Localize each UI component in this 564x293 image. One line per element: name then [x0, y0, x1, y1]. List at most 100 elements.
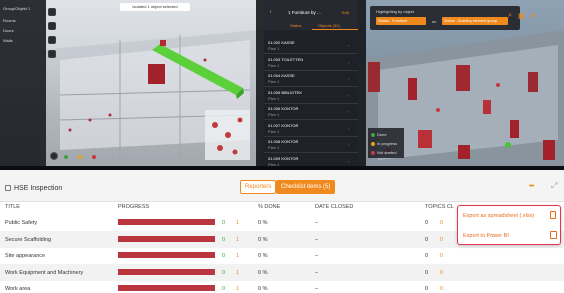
checklist-title: HSE Inspection: [14, 185, 63, 192]
object-code: 01.002 KASSE: [268, 40, 295, 45]
row-title: Work area: [5, 286, 31, 292]
viewer-3d-right[interactable]: Highlighting by object Status - Furnitur…: [358, 0, 564, 166]
home-icon[interactable]: [50, 152, 58, 160]
object-sub: Plan 1: [268, 46, 280, 51]
topics-open: 0: [440, 236, 444, 243]
filter-select-2[interactable]: Status - Building element group: [442, 17, 508, 25]
done-count: 0: [222, 236, 226, 243]
legend: Done In progress Not started: [368, 128, 404, 158]
topics-open: 0: [440, 286, 444, 292]
column-header-title: TITLE: [5, 204, 20, 210]
tool-icon[interactable]: [48, 22, 56, 30]
legend-dot-progress: [78, 155, 82, 159]
chevron-right-icon: ›: [348, 76, 350, 81]
object-code: 01.008 KONTOR: [268, 139, 299, 144]
column-header-topics: TOPICS CL: [425, 204, 454, 210]
edit-link[interactable]: Edit: [342, 10, 349, 15]
object-code: 01.005 BIBLIOTEK: [268, 89, 303, 95]
object-sub: Plan 1: [268, 62, 280, 68]
object-code: 01.007 KONTOR: [268, 122, 299, 128]
legend-label: In progress: [377, 141, 398, 146]
close-icon[interactable]: ‹: [270, 9, 272, 14]
panel-header: ‹ 1 Furniture by ... Edit Status Objects…: [264, 0, 358, 30]
object-sub: Plan 1: [268, 112, 280, 117]
powerbi-icon: [550, 231, 557, 239]
object-code: 01.003 TOILETTEN: [268, 56, 304, 62]
object-list-item[interactable]: 01.006 KONTOR Plan 1 ›: [264, 104, 358, 120]
object-sub: Plan 1: [268, 161, 280, 167]
done-count: 0: [222, 269, 226, 276]
sidebar-item[interactable]: Doors: [3, 28, 14, 33]
grid-icon[interactable]: ▦: [518, 12, 525, 20]
tool-icon[interactable]: [48, 50, 56, 58]
table-row[interactable]: Site appearance 0 1 0 % – 0 0: [0, 247, 564, 264]
row-title: Work Equipment and Machinery: [5, 269, 84, 276]
sidebar-item[interactable]: Rooms: [3, 18, 16, 23]
column-header-progress: PROGRESS: [118, 204, 150, 210]
open-count: 1: [236, 286, 240, 292]
percent-done: 0 %: [258, 236, 268, 243]
percent-done: 0 %: [258, 269, 268, 276]
open-count: 1: [236, 269, 240, 276]
tool-icon[interactable]: [48, 36, 56, 44]
checklist-header: HSE Inspection Reporters Checklist items…: [0, 170, 564, 202]
viewer-3d-left[interactable]: Group/Objekt 1 Rooms Doors Walls Isolate…: [0, 0, 264, 166]
topics-open: 0: [440, 269, 444, 276]
selection-banner: Isolated 1 object selected: [120, 3, 190, 11]
chevron-right-icon: ›: [348, 125, 350, 131]
object-sub: Plan 1: [268, 95, 280, 101]
progress-bar: [118, 268, 215, 275]
chevron-right-icon: ›: [348, 92, 350, 98]
topics-count: 0: [425, 220, 429, 226]
percent-done: 0 %: [258, 253, 268, 259]
date-closed: –: [315, 253, 319, 259]
right-rail: [256, 0, 264, 166]
table-row[interactable]: Work Equipment and Machinery 0 1 0 % – 0…: [0, 263, 564, 281]
progress-bar: [118, 219, 215, 225]
date-closed: –: [315, 286, 319, 292]
object-list-item[interactable]: 01.003 TOILETTEN Plan 1 ›: [264, 55, 358, 71]
table-row[interactable]: Work area 0 1 0 % – 0 0: [0, 280, 564, 293]
tab-status[interactable]: Status: [290, 23, 301, 28]
on-label: on: [432, 19, 437, 24]
export-powerbi-item[interactable]: Export to Power BI: [463, 233, 509, 239]
progress-bar: [118, 252, 215, 258]
object-list-item[interactable]: 01.007 KONTOR Plan 1 ›: [264, 121, 358, 137]
topics-open: 0: [440, 253, 444, 259]
object-code: 01.006 KONTOR: [268, 106, 299, 111]
filter-select-1[interactable]: Status - Furniture: [376, 17, 426, 25]
chevron-right-icon: ›: [348, 43, 350, 48]
done-count: 0: [222, 253, 226, 259]
topics-count: 0: [425, 269, 429, 276]
app-root: Group/Objekt 1 Rooms Doors Walls Isolate…: [0, 0, 564, 293]
legend-dot-done: [64, 155, 68, 159]
close-icon[interactable]: ✕: [530, 12, 536, 20]
tab-checklist-items[interactable]: Checklist items (5): [276, 180, 336, 194]
topics-count: 0: [425, 236, 429, 243]
sidebar-item[interactable]: Group/Objekt 1: [3, 6, 30, 11]
object-code: 01.004 KASSE: [268, 73, 295, 78]
tool-icon[interactable]: [48, 8, 56, 16]
export-xlsx-item[interactable]: Export as spreadsheet (.xlsx): [463, 213, 534, 219]
sidebar-item[interactable]: Walls: [3, 38, 13, 43]
object-list-item[interactable]: 01.004 KASSE Plan 1 ›: [264, 71, 358, 87]
chevron-right-icon: ›: [348, 142, 350, 147]
legend-label: Not started: [377, 150, 397, 155]
object-list-item[interactable]: 01.008 KONTOR Plan 1 ›: [264, 137, 358, 153]
object-sub: Plan 1: [268, 128, 280, 134]
percent-done: 0 %: [258, 220, 268, 226]
legend-dot-progress: [371, 142, 375, 146]
object-list-item[interactable]: 01.005 BIBLIOTEK Plan 1 ›: [264, 88, 358, 104]
expand-icon[interactable]: ⤢: [551, 181, 557, 191]
tab-reporters[interactable]: Reporters: [240, 180, 277, 194]
search-icon[interactable]: ⌕: [508, 12, 512, 20]
object-list-item[interactable]: 01.002 KASSE Plan 1 ›: [264, 38, 358, 54]
row-title: Site appearance: [5, 253, 46, 259]
chevron-right-icon: ›: [348, 158, 350, 164]
object-list-item[interactable]: 01.009 KONTOR Plan 1 ›: [264, 154, 358, 167]
date-closed: –: [315, 269, 319, 276]
open-count: 1: [236, 253, 240, 259]
more-options-button[interactable]: •••: [529, 183, 534, 190]
tab-objects[interactable]: Objects (32): [318, 23, 340, 28]
legend-dot-done: [371, 133, 375, 137]
